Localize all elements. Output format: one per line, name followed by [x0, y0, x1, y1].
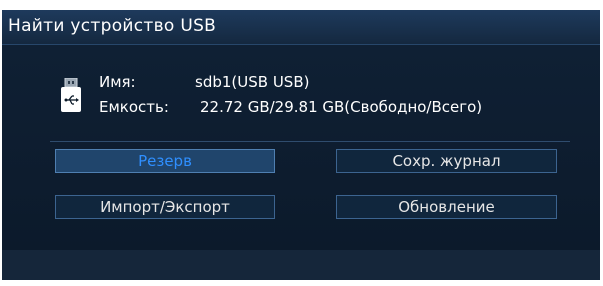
device-capacity-label: Емкость: [99, 98, 169, 116]
dialog-footer [2, 250, 600, 280]
dialog-title: Найти устройство USB [8, 16, 217, 36]
update-button[interactable]: Обновление [336, 195, 557, 219]
import-export-button[interactable]: Импорт/Экспорт [55, 195, 275, 219]
usb-device-dialog: Найти устройство USB Имя: sdb1(USB USB) … [2, 10, 600, 280]
backup-button[interactable]: Резерв [55, 149, 275, 173]
device-name-label: Имя: [99, 73, 136, 91]
dialog-titlebar: Найти устройство USB [2, 10, 600, 45]
device-name-value: sdb1(USB USB) [195, 73, 310, 91]
usb-drive-icon [61, 78, 81, 112]
save-log-button[interactable]: Сохр. журнал [336, 149, 557, 173]
separator [50, 141, 570, 142]
device-capacity-value: 22.72 GB/29.81 GB(Свободно/Всего) [200, 98, 483, 116]
